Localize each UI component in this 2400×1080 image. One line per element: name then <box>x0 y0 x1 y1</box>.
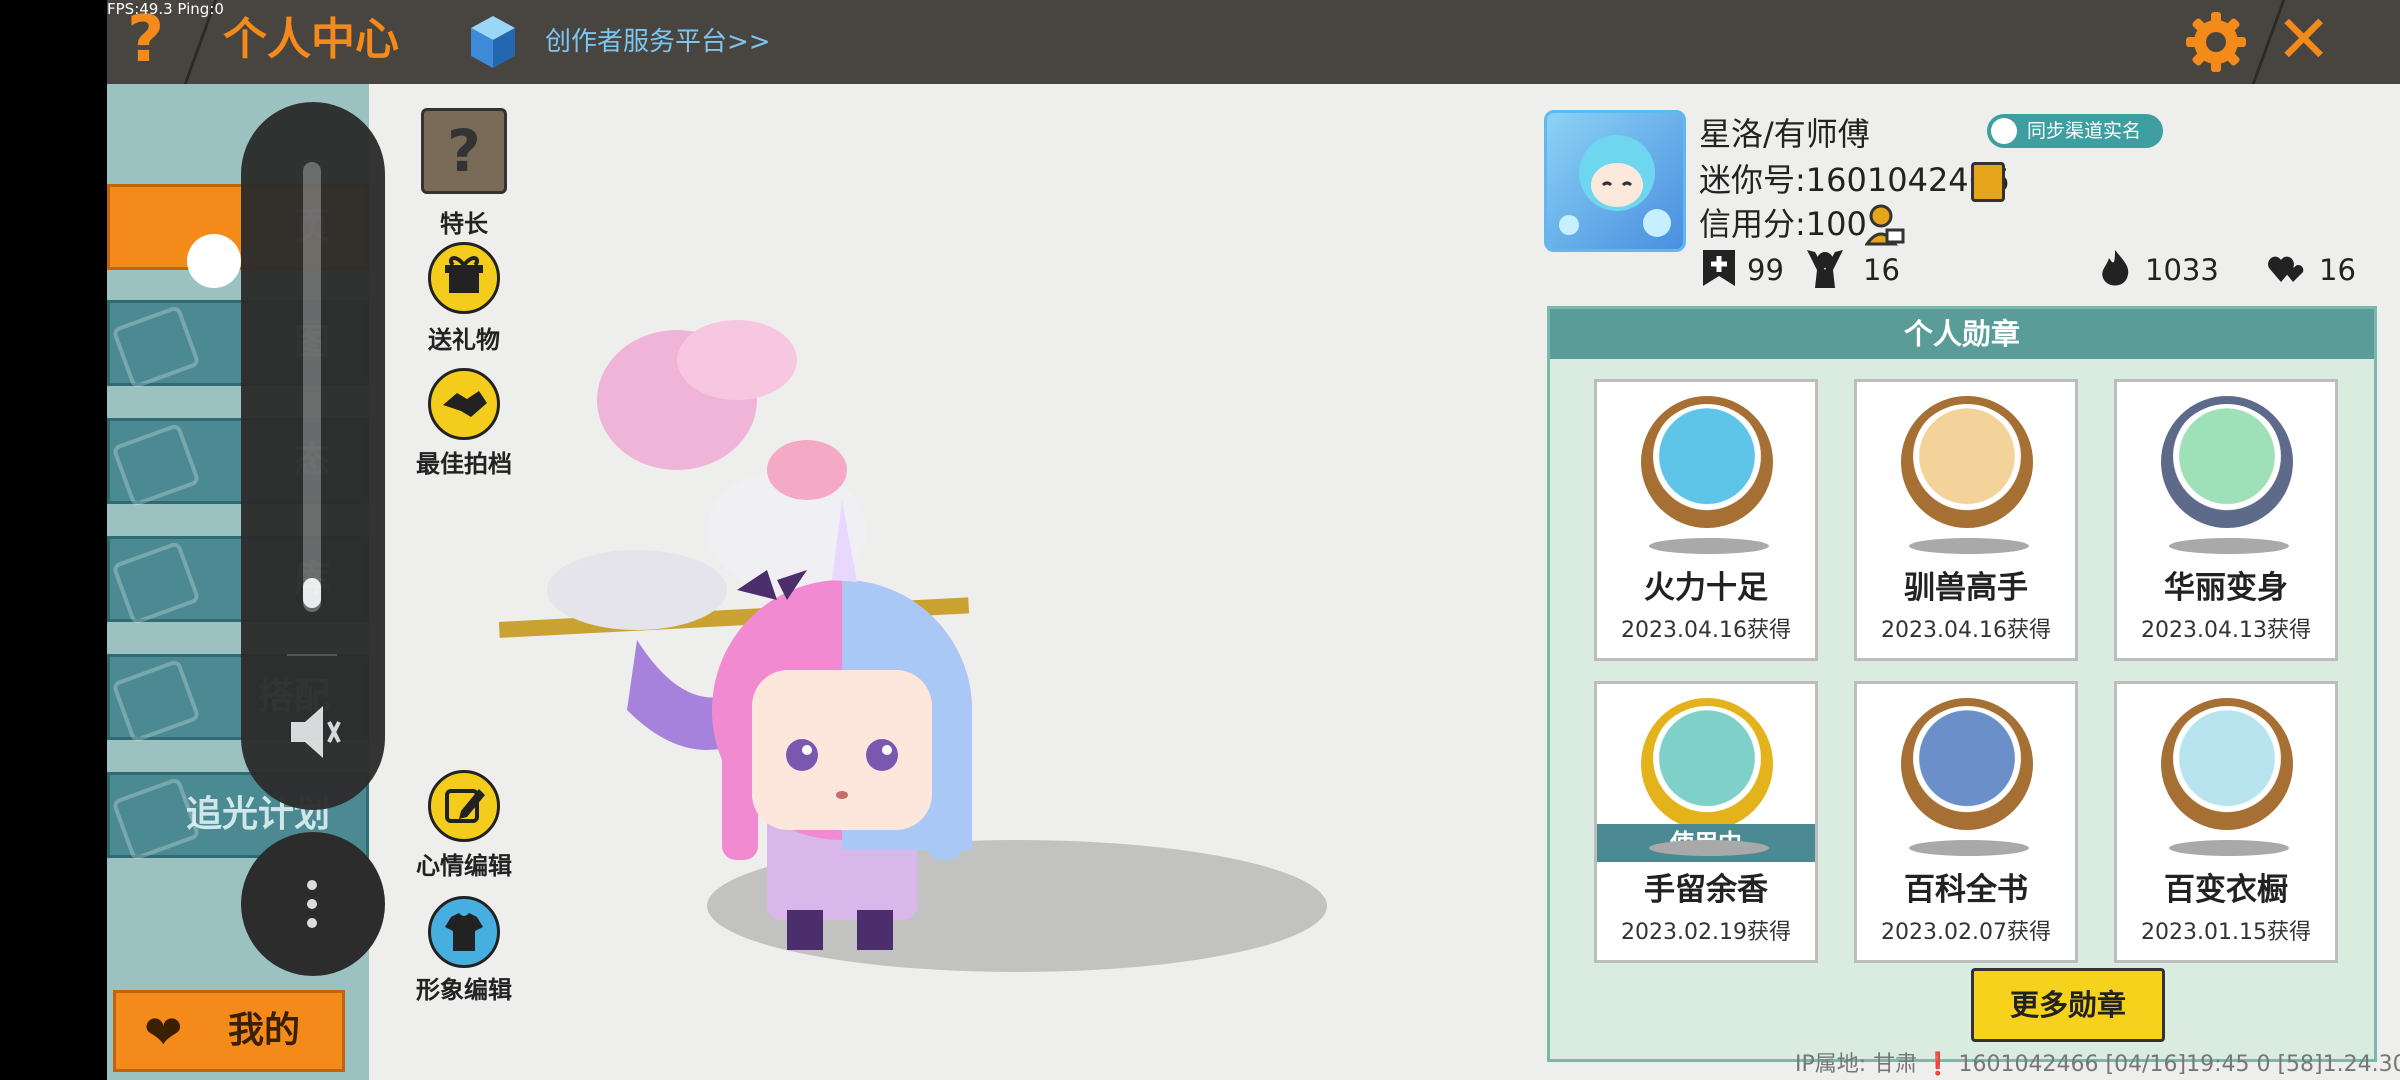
medal-shadow <box>1909 840 2029 856</box>
medal-date: 2023.01.15获得 <box>2141 920 2311 945</box>
medal-tamer-icon <box>1901 396 2033 528</box>
person-icon <box>1991 118 2017 144</box>
creator-platform-link[interactable]: 创作者服务平台>> <box>545 22 771 62</box>
stat-value: 1033 <box>2145 253 2219 287</box>
medal-name: 百科全书 <box>1904 872 2028 908</box>
side-drawer-handle[interactable] <box>187 234 241 288</box>
more-dots-icon <box>307 899 317 909</box>
stat-value: 16 <box>1863 253 1900 287</box>
more-medals-button[interactable]: 更多勋章 <box>1971 968 2165 1042</box>
medal-card[interactable]: 驯兽高手 2023.04.16获得 <box>1854 379 2078 661</box>
speaker-icon[interactable] <box>285 702 341 762</box>
nickname: 星洛/有师傅 <box>1699 115 1870 153</box>
page-title: 个人中心 <box>223 14 399 65</box>
plus-icon <box>1703 250 1735 286</box>
ip-location-footer: IP属地: 甘肃 ❗ 1601042466 [04/16]19:45 0 [58… <box>1795 1052 2400 1077</box>
medal-transform-icon <box>2161 396 2293 528</box>
volume-level <box>303 578 321 608</box>
status-icon <box>111 422 201 508</box>
avatar[interactable] <box>1544 110 1686 252</box>
medal-shadow <box>2169 840 2289 856</box>
medal-card[interactable]: 华丽变身 2023.04.13获得 <box>2114 379 2338 661</box>
medal-panel-title: 个人勋章 <box>1550 309 2374 359</box>
medal-treasure-icon <box>1641 396 1773 528</box>
medal-panel: 个人勋章 火力十足 2023.04.16获得 驯兽高手 2023.04.16获得… <box>1547 306 2377 1062</box>
close-icon[interactable]: ✕ <box>2276 4 2331 76</box>
medal-shadow <box>1649 840 1769 856</box>
medal-date: 2023.02.07获得 <box>1881 920 2051 945</box>
medal-name: 百变衣橱 <box>2164 872 2288 908</box>
volume-slider[interactable] <box>241 102 385 810</box>
gear-icon[interactable] <box>2184 10 2248 74</box>
medal-date: 2023.04.16获得 <box>1621 618 1791 643</box>
flame-icon <box>2102 250 2129 286</box>
medal-encyclopedia-icon <box>1901 698 2033 830</box>
medal-card[interactable]: 使用中 手留余香 2023.02.19获得 <box>1594 681 1818 963</box>
sync-realname-button[interactable]: 同步渠道实名 <box>1987 114 2163 148</box>
heart-icon: ❤ <box>144 1005 183 1059</box>
medal-date: 2023.04.13获得 <box>2141 618 2311 643</box>
more-options-button[interactable] <box>241 832 385 976</box>
medal-fragrance-icon <box>1641 698 1773 830</box>
volume-track[interactable] <box>303 162 321 612</box>
map-icon <box>111 304 201 390</box>
medal-card[interactable]: 火力十足 2023.04.16获得 <box>1594 379 1818 661</box>
fps-readout: FPS:49.3 Ping:0 <box>107 0 224 18</box>
talent-label: 特长 <box>440 210 488 238</box>
sync-realname-label: 同步渠道实名 <box>2027 120 2142 142</box>
medal-wardrobe-icon <box>2161 698 2293 830</box>
outfit-icon <box>111 658 201 744</box>
hearts-icon <box>2268 256 2304 282</box>
mine-button[interactable]: ❤ 我的 <box>113 990 345 1072</box>
personal-center-window: ? 个人中心 创作者服务平台>> ✕ FPS:49.3 Ping:0 页 <box>107 0 2400 1080</box>
medal-card[interactable]: 百变衣橱 2023.01.15获得 <box>2114 681 2338 963</box>
library-icon <box>111 540 201 626</box>
medal-card[interactable]: 百科全书 2023.02.07获得 <box>1854 681 2078 963</box>
medal-shadow <box>1909 538 2029 554</box>
player-avatar-character[interactable] <box>487 290 1007 970</box>
credit-score: 信用分:100 <box>1699 205 1867 243</box>
more-dots-icon <box>307 918 317 928</box>
medal-date: 2023.02.19获得 <box>1621 920 1791 945</box>
divider <box>287 654 337 656</box>
top-bar: ? 个人中心 创作者服务平台>> ✕ <box>107 0 2400 84</box>
mini-id: 迷你号:1601042466 <box>1699 161 2010 199</box>
cube-icon[interactable] <box>469 14 517 70</box>
fans-icon <box>1807 250 1843 288</box>
appearance-edit-label: 形象编辑 <box>416 976 512 1004</box>
medal-name: 火力十足 <box>1644 570 1768 606</box>
mine-button-label: 我的 <box>228 1010 301 1051</box>
medal-shadow <box>1649 538 1769 554</box>
game-screen: ? 个人中心 创作者服务平台>> ✕ FPS:49.3 Ping:0 页 <box>0 0 2400 1080</box>
credit-info-icon[interactable] <box>1865 204 1905 246</box>
stat-value: 16 <box>2319 253 2356 287</box>
medal-name: 华丽变身 <box>2164 570 2288 606</box>
talent-button[interactable]: ? <box>421 108 507 194</box>
copy-icon[interactable] <box>1971 162 2005 202</box>
stat-value: 99 <box>1747 253 1784 287</box>
medal-date: 2023.04.16获得 <box>1881 618 2051 643</box>
medal-name: 驯兽高手 <box>1904 570 2028 606</box>
medal-name: 手留余香 <box>1644 872 1768 908</box>
more-dots-icon <box>307 880 317 890</box>
medal-shadow <box>2169 538 2289 554</box>
light-plan-icon <box>111 776 201 862</box>
